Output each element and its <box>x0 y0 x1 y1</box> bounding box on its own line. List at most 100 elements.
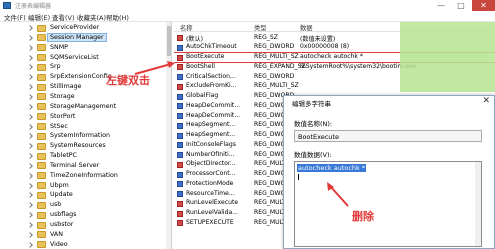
value-data-selected-text[interactable]: autocheck autochk * <box>297 164 367 172</box>
expand-chevron-icon[interactable] <box>27 153 33 159</box>
expand-chevron-icon[interactable] <box>27 202 33 209</box>
tree-item[interactable]: SNMP <box>0 43 171 53</box>
menu-view[interactable]: 查看(V) <box>52 12 75 22</box>
tree-item[interactable]: StorageManagement <box>0 102 171 112</box>
value-name: ResourceTime... <box>186 189 235 197</box>
value-name: ProcessorCont... <box>186 170 236 177</box>
menu-bar: 文件(F) 编辑(E) 查看(V) 收藏夹(A) 帮助(H) <box>0 11 495 22</box>
folder-icon <box>37 44 46 52</box>
header-name[interactable]: 名称 <box>180 23 193 32</box>
tree-item-label: StillImage <box>50 83 82 91</box>
expand-chevron-icon[interactable] <box>27 35 33 41</box>
folder-icon <box>37 182 46 190</box>
tree-item-label: Update <box>50 191 73 199</box>
value-name: GlobalFlag <box>186 92 219 99</box>
expand-chevron-icon[interactable] <box>27 54 33 61</box>
tree-item[interactable]: SystemInformation <box>0 131 171 141</box>
tree-item[interactable]: Terminal Server <box>0 161 171 171</box>
value-name: SETUPEXECUTE <box>186 218 234 226</box>
expand-chevron-icon[interactable] <box>27 133 33 140</box>
close-button[interactable]: ✕ <box>472 0 495 11</box>
menu-file[interactable]: 文件(F) <box>4 12 26 22</box>
tree-item-label: usb <box>50 201 62 209</box>
folder-icon <box>37 191 46 199</box>
binary-value-icon <box>177 142 183 149</box>
annotation-arrow-icon <box>134 61 175 75</box>
tree-scrollbar[interactable] <box>166 22 171 249</box>
tree-item-label: Ubpm <box>50 181 69 189</box>
header-data[interactable]: 数据 <box>300 23 313 32</box>
dialog-close-icon[interactable]: ✕ <box>482 96 490 106</box>
tree-item[interactable]: TabletPC <box>0 151 171 161</box>
tree-item[interactable]: Update <box>0 190 171 200</box>
tree-scroll-thumb[interactable] <box>167 26 171 56</box>
tree-item[interactable]: usb <box>0 200 171 210</box>
tree-item[interactable]: Storage <box>0 92 171 102</box>
expand-chevron-icon[interactable] <box>27 123 33 130</box>
expand-chevron-icon[interactable] <box>27 192 33 199</box>
textarea-scrollbar[interactable] <box>475 162 481 246</box>
value-name: HeapSegment... <box>186 131 236 138</box>
tree-item[interactable]: ServiceProvider <box>0 23 171 33</box>
menu-help[interactable]: 帮助(H) <box>106 12 129 22</box>
value-name: HeapSegment... <box>186 121 236 129</box>
tree-item-label: VAN <box>50 230 63 238</box>
green-mask-top <box>400 22 495 92</box>
tree-item[interactable]: Session Manager <box>0 32 171 43</box>
value-data-label: 数值数据(V): <box>294 151 332 159</box>
binary-value-icon <box>177 113 183 119</box>
tree-item[interactable]: TimeZoneInformation <box>0 171 171 181</box>
value-name: ProtectionMode <box>186 179 234 187</box>
tree-item[interactable]: VAN <box>0 230 171 240</box>
tree-item-label: SystemInformation <box>50 132 110 140</box>
expand-chevron-icon[interactable] <box>27 103 33 110</box>
tree-item-label: usbflags <box>50 211 77 219</box>
tree-item[interactable]: Ubpm <box>0 181 171 191</box>
expand-chevron-icon[interactable] <box>27 143 33 150</box>
tree-item[interactable]: StSec <box>0 122 171 132</box>
expand-chevron-icon[interactable] <box>27 212 33 218</box>
tree-item[interactable]: usbstor <box>0 220 171 230</box>
tree-item-label: StSec <box>50 122 68 130</box>
value-type: REG_EXPAND_SZ <box>254 62 306 70</box>
minimize-button[interactable]: — <box>432 0 450 11</box>
value-name: RunLevelValida... <box>186 209 238 216</box>
value-type: REG_DWORD <box>254 72 295 80</box>
expand-chevron-icon[interactable] <box>27 232 33 238</box>
edit-multi-string-dialog: 编辑多字符串 ✕ 数值名称(N): BootExecute 数值数据(V): a… <box>283 95 495 249</box>
expand-chevron-icon[interactable] <box>27 94 33 100</box>
tree-item[interactable]: StorPort <box>0 112 171 122</box>
expand-chevron-icon[interactable] <box>27 74 33 81</box>
menu-edit[interactable]: 编辑(E) <box>28 12 50 22</box>
tree-item[interactable]: Video <box>0 240 171 249</box>
binary-value-icon <box>177 103 183 110</box>
value-type: REG_MULTI_SZ <box>254 53 299 60</box>
maximize-button[interactable]: □ <box>452 0 470 11</box>
expand-chevron-icon[interactable] <box>27 241 33 248</box>
folder-icon <box>37 73 46 81</box>
annotation-delete: 删除 <box>352 210 374 223</box>
expand-chevron-icon[interactable] <box>27 172 33 179</box>
expand-chevron-icon[interactable] <box>27 25 33 31</box>
title-bar: 注册表编辑器 — □ ✕ <box>0 0 495 11</box>
string-value-icon <box>177 220 183 227</box>
expand-chevron-icon[interactable] <box>27 222 33 228</box>
registry-tree[interactable]: ServiceProvider Session Manager SNMP SQMSer… <box>0 22 172 249</box>
expand-chevron-icon[interactable] <box>27 113 33 120</box>
tree-item-label: TabletPC <box>50 152 77 160</box>
tree-item[interactable]: SystemResources <box>0 141 171 151</box>
expand-chevron-icon[interactable] <box>27 182 33 189</box>
expand-chevron-icon[interactable] <box>27 44 33 51</box>
expand-chevron-icon[interactable] <box>27 64 33 71</box>
binary-value-icon <box>177 191 183 197</box>
value-name: RunLevelExecute <box>186 199 239 207</box>
expand-chevron-icon[interactable] <box>27 163 33 169</box>
menu-favorites[interactable]: 收藏夹(A) <box>77 12 106 22</box>
value-type: REG_SZ <box>254 33 278 41</box>
value-name: HeapDeCommit... <box>186 111 241 119</box>
folder-icon <box>37 211 46 219</box>
tree-item[interactable]: usbflags <box>0 210 171 220</box>
header-type[interactable]: 类型 <box>254 23 267 32</box>
value-name-field: BootExecute <box>294 130 482 142</box>
expand-chevron-icon[interactable] <box>27 84 33 90</box>
